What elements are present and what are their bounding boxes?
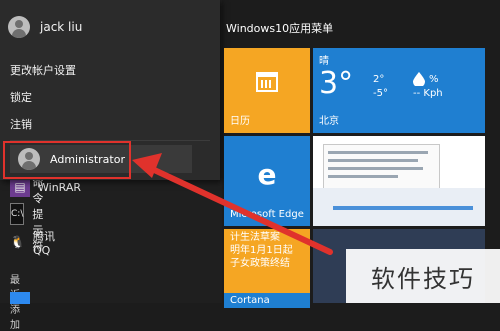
weather-low: -5° <box>373 88 388 99</box>
tiles-group-title: Windows10应用菜单 <box>226 22 334 35</box>
tile-cortana[interactable]: Cortana <box>224 293 310 308</box>
preview-selection <box>333 206 473 210</box>
tile-label: Microsoft Edge <box>230 209 304 220</box>
sign-out-item[interactable]: 注销 <box>10 116 32 132</box>
qq-icon: 🐧 <box>10 232 25 252</box>
tile-weather[interactable]: 晴 3° 2° -5° % -- Kph 北京 <box>313 48 485 133</box>
app-item-label: 腾讯QQ <box>32 229 55 257</box>
edge-icon: e <box>257 158 277 191</box>
calendar-icon <box>256 72 278 92</box>
humidity-icon <box>413 72 425 86</box>
weather-condition: 晴 <box>319 56 329 67</box>
current-user[interactable]: jack liu <box>8 12 82 42</box>
weather-city: 北京 <box>319 116 339 127</box>
avatar <box>8 16 30 38</box>
tile-edge[interactable]: e Microsoft Edge <box>224 136 310 226</box>
app-item-cmd[interactable]: C:\ 命令提示符 <box>10 176 51 253</box>
app-item-qq[interactable]: 🐧 腾讯QQ <box>10 230 55 257</box>
tile-news[interactable]: 计生法草案 明年1月1日起 子女政策终结 <box>224 229 310 293</box>
news-headline: 计生法草案 明年1月1日起 子女政策终结 <box>230 232 293 269</box>
cmd-icon: C:\ <box>10 203 25 225</box>
change-account-settings-item[interactable]: 更改帐户设置 <box>10 62 76 78</box>
tile-screenshot-preview[interactable] <box>313 136 485 226</box>
lock-item[interactable]: 锁定 <box>10 89 32 105</box>
tile-label: Cortana <box>230 295 270 306</box>
tile-label: 日历 <box>230 116 250 127</box>
watermark: 软件技巧 <box>346 249 500 303</box>
weather-humidity: % <box>429 74 439 85</box>
highlight-box <box>3 141 131 179</box>
dialog-preview <box>323 144 440 190</box>
weather-temp: 3° <box>319 66 354 101</box>
winrar-icon: ▤ <box>10 177 30 197</box>
weather-high: 2° <box>373 74 385 85</box>
app-item-partial[interactable] <box>10 292 30 304</box>
tile-calendar[interactable]: 日历 <box>224 48 310 133</box>
user-name: jack liu <box>40 20 83 34</box>
weather-wind: -- Kph <box>413 88 443 99</box>
